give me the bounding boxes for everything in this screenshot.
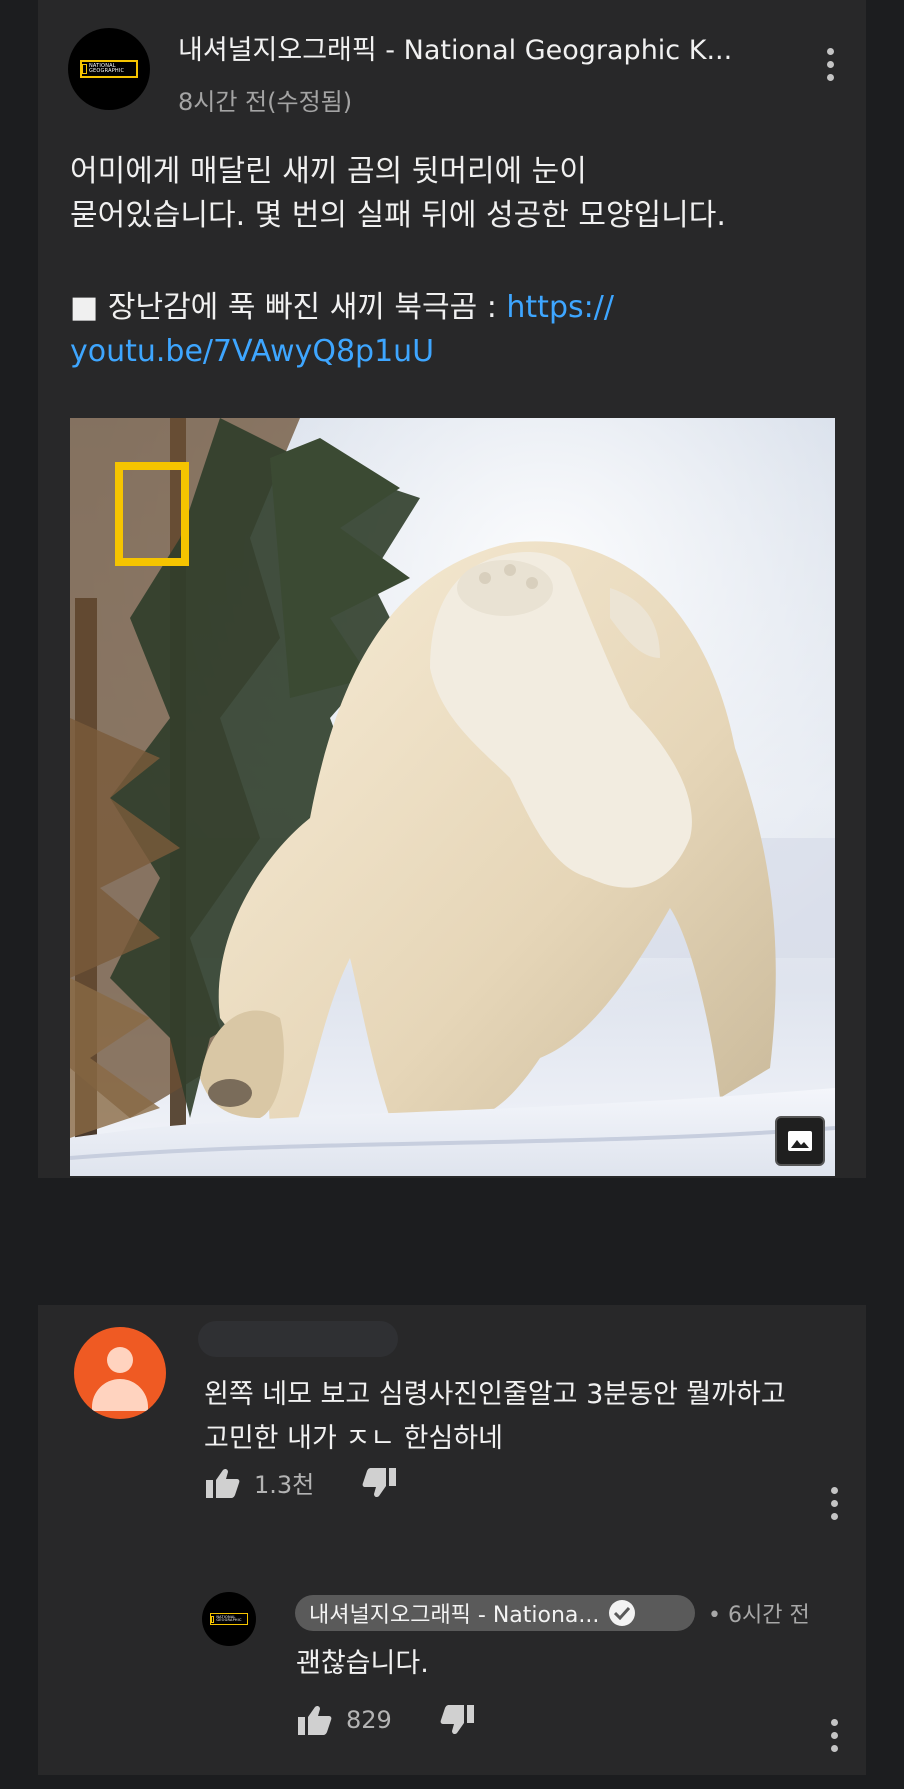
- community-post: NATIONAL GEOGRAPHIC 내셔널지오그래픽 - National …: [38, 0, 866, 1178]
- commenter-name-redacted: [198, 1321, 398, 1357]
- comment-actions: 1.3천: [206, 1465, 397, 1500]
- post-link-line: ■ 장난감에 푹 빠진 새끼 북극곰 : https://: [70, 290, 614, 325]
- comment-thread: 왼쪽 네모 보고 심령사진인줄알고 3분동안 뭘까하고 고민한 내가 ㅈㄴ 한심…: [38, 1305, 866, 1775]
- national-geographic-logo: NATIONAL GEOGRAPHIC: [80, 60, 138, 78]
- reply-author-avatar[interactable]: NATIONAL GEOGRAPHIC: [202, 1592, 256, 1646]
- reply-more-icon[interactable]: [824, 1719, 844, 1752]
- commenter-avatar[interactable]: [74, 1327, 166, 1419]
- post-more-icon[interactable]: [820, 48, 840, 81]
- post-timestamp: 8시간 전(수정됨): [178, 88, 353, 116]
- post-text: 어미에게 매달린 새끼 곰의 뒷머리에 눈이 묻어있습니다. 몇 번의 실패 뒤…: [70, 150, 830, 374]
- national-geographic-logo: NATIONAL GEOGRAPHIC: [210, 1613, 248, 1625]
- reply-author-chip[interactable]: 내셔널지오그래픽 - Nationa...: [295, 1595, 695, 1631]
- video-link[interactable]: https://: [506, 290, 614, 325]
- thumb-up-icon[interactable]: [206, 1468, 240, 1498]
- post-photo[interactable]: [70, 418, 835, 1176]
- thumb-up-icon[interactable]: [298, 1705, 332, 1735]
- thumb-down-icon[interactable]: [362, 1467, 397, 1498]
- image-icon[interactable]: [775, 1116, 825, 1166]
- reply-timestamp: • 6시간 전: [708, 1603, 810, 1628]
- verified-check-icon: [609, 1600, 636, 1626]
- channel-name[interactable]: 내셔널지오그래픽 - National Geographic K...: [178, 28, 778, 67]
- video-link-continued[interactable]: youtu.be/7VAwyQ8p1uU: [70, 330, 830, 374]
- post-header: NATIONAL GEOGRAPHIC 내셔널지오그래픽 - National …: [38, 0, 866, 120]
- reply-actions: 829: [298, 1705, 474, 1735]
- like-count: 829: [346, 1706, 392, 1734]
- post-text-line: 묻어있습니다. 몇 번의 실패 뒤에 성공한 모양입니다.: [70, 198, 726, 233]
- polar-bear-photo: [70, 418, 835, 1176]
- reply-text: 괜찮습니다.: [296, 1648, 429, 1679]
- channel-avatar[interactable]: NATIONAL GEOGRAPHIC: [68, 28, 150, 110]
- like-count: 1.3천: [254, 1471, 315, 1499]
- comment-more-icon[interactable]: [824, 1487, 844, 1520]
- post-text-line: 어미에게 매달린 새끼 곰의 뒷머리에 눈이: [70, 154, 587, 189]
- comment-text: 왼쪽 네모 보고 심령사진인줄알고 3분동안 뭘까하고 고민한 내가 ㅈㄴ 한심…: [204, 1379, 786, 1454]
- thumb-down-icon[interactable]: [440, 1705, 474, 1735]
